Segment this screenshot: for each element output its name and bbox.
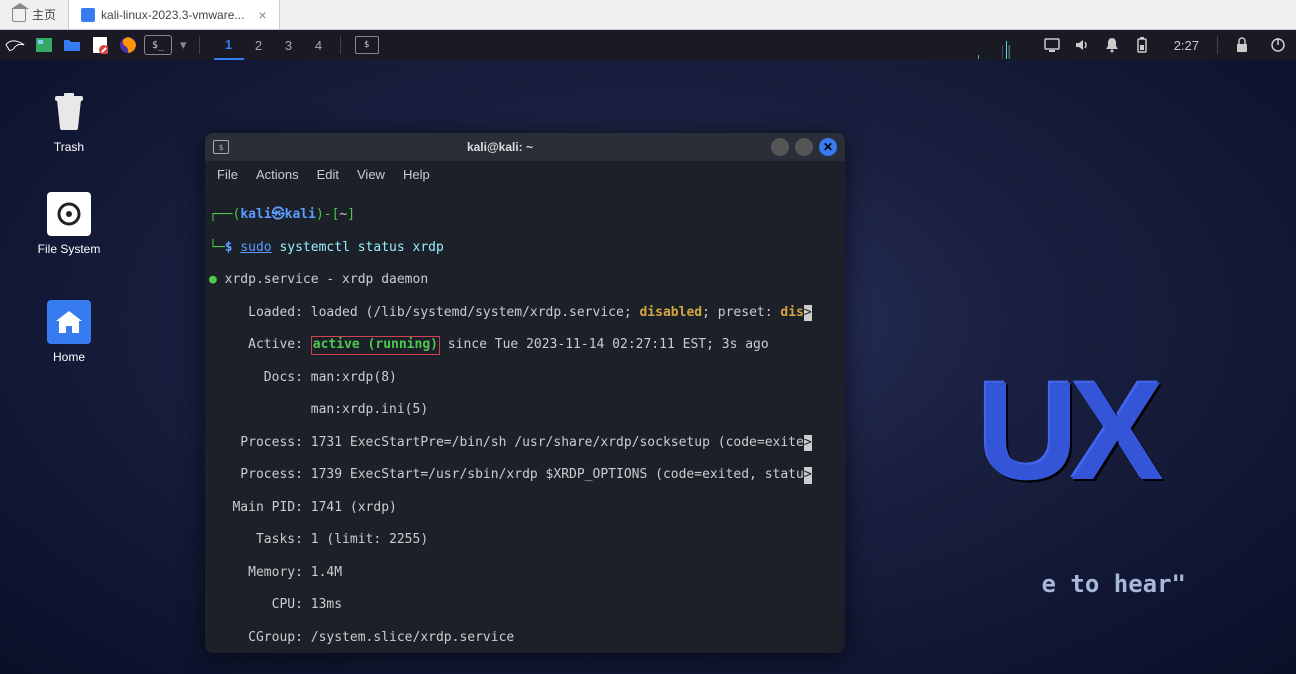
prompt-ps: $ bbox=[225, 240, 233, 255]
applications-menu[interactable] bbox=[4, 34, 26, 56]
active-since: since Tue 2023-11-14 02:27:11 EST; 3s ag… bbox=[440, 337, 769, 352]
firefox-icon[interactable] bbox=[114, 34, 142, 56]
prompt-close: )-[ bbox=[316, 207, 339, 222]
menu-actions[interactable]: Actions bbox=[256, 167, 299, 182]
cmd-sudo: sudo bbox=[240, 240, 271, 255]
notifications-icon[interactable] bbox=[1104, 37, 1120, 53]
label-cgroup: CGroup: bbox=[209, 630, 311, 645]
menu-view[interactable]: View bbox=[357, 167, 385, 182]
close-tab-icon[interactable]: × bbox=[258, 7, 266, 23]
prompt-end: ] bbox=[347, 207, 355, 222]
proc1: 1731 ExecStartPre=/bin/sh /usr/share/xrd… bbox=[311, 435, 804, 450]
window-controls: ✕ bbox=[771, 138, 837, 156]
home-icon bbox=[12, 8, 26, 22]
show-desktop-icon[interactable] bbox=[30, 34, 58, 56]
label-mem: Memory: bbox=[209, 565, 311, 580]
power-icon[interactable] bbox=[1270, 37, 1286, 53]
vm-kali-label: kali-linux-2023.3-vmware... bbox=[101, 8, 244, 22]
status-dot: ● bbox=[209, 272, 217, 287]
overflow-indicator: > bbox=[804, 305, 812, 321]
vm-tabs: 主页 kali-linux-2023.3-vmware... × bbox=[0, 0, 1296, 30]
panel-divider bbox=[340, 36, 341, 54]
menu-edit[interactable]: Edit bbox=[317, 167, 339, 182]
label-active: Active: bbox=[209, 337, 311, 352]
terminal-window[interactable]: $ kali@kali: ~ ✕ File Actions Edit View … bbox=[205, 133, 845, 653]
proc2: 1739 ExecStart=/usr/sbin/xrdp $XRDP_OPTI… bbox=[311, 467, 804, 482]
prompt-open: ┌──( bbox=[209, 207, 240, 222]
prompt-l2: └─ bbox=[209, 240, 225, 255]
launcher-dropdown[interactable]: ▾ bbox=[174, 37, 193, 53]
label-cpu: CPU: bbox=[209, 597, 311, 612]
workspace-3[interactable]: 3 bbox=[274, 30, 304, 60]
loaded-disabled: disabled bbox=[639, 305, 702, 320]
label-proc1: Process: bbox=[209, 435, 311, 450]
home-folder-icon[interactable]: Home bbox=[34, 300, 104, 364]
label-mpid: Main PID: bbox=[209, 500, 311, 515]
workspace-2[interactable]: 2 bbox=[244, 30, 274, 60]
system-tray bbox=[1044, 37, 1150, 53]
clock[interactable]: 2:27 bbox=[1174, 38, 1199, 53]
top-panel: $_ ▾ 1 2 3 4 $ bbox=[0, 30, 1296, 60]
wallpaper-logo: UX bbox=[978, 350, 1156, 512]
volume-icon[interactable] bbox=[1074, 37, 1090, 53]
terminal-title: kali@kali: ~ bbox=[229, 140, 771, 154]
workspace-4[interactable]: 4 bbox=[304, 30, 334, 60]
filesystem-glyph-icon bbox=[47, 192, 91, 236]
menu-file[interactable]: File bbox=[217, 167, 238, 182]
minimize-button[interactable] bbox=[771, 138, 789, 156]
file-manager-icon[interactable] bbox=[58, 34, 86, 56]
lock-icon[interactable] bbox=[1234, 37, 1250, 53]
filesystem-icon[interactable]: File System bbox=[34, 192, 104, 256]
terminal-titlebar[interactable]: $ kali@kali: ~ ✕ bbox=[205, 133, 845, 161]
vm-home-tab[interactable]: 主页 bbox=[0, 0, 69, 29]
vm-kali-tab[interactable]: kali-linux-2023.3-vmware... × bbox=[69, 0, 280, 29]
desktop: UX e to hear" $_ ▾ 1 2 3 4 $ bbox=[0, 30, 1296, 674]
trash-glyph-icon bbox=[47, 90, 91, 134]
kali-tab-icon bbox=[81, 8, 95, 22]
mem: 1.4M bbox=[311, 565, 342, 580]
cpu-graph[interactable] bbox=[978, 31, 1038, 59]
panel-divider bbox=[199, 36, 200, 54]
home-glyph-icon bbox=[47, 300, 91, 344]
terminal-titlebar-icon: $ bbox=[213, 140, 229, 154]
terminal-body[interactable]: ┌──(kali㉿kali)-[~] └─$ sudo systemctl st… bbox=[205, 187, 845, 653]
terminal-menubar: File Actions Edit View Help bbox=[205, 161, 845, 187]
maximize-button[interactable] bbox=[795, 138, 813, 156]
wallpaper-tagline: e to hear" bbox=[1042, 570, 1187, 598]
tasks: 1 (limit: 2255) bbox=[311, 532, 428, 547]
cmd-rest: systemctl status xrdp bbox=[272, 240, 444, 255]
workspace-1[interactable]: 1 bbox=[214, 30, 244, 60]
trash-label: Trash bbox=[54, 140, 84, 154]
filesystem-label: File System bbox=[38, 242, 101, 256]
overflow-indicator: > bbox=[804, 435, 812, 451]
label-proc2: Process: bbox=[209, 467, 311, 482]
menu-help[interactable]: Help bbox=[403, 167, 430, 182]
terminal-launcher[interactable]: $_ bbox=[144, 35, 172, 55]
label-loaded: Loaded: bbox=[209, 305, 311, 320]
workspace-switcher: 1 2 3 4 bbox=[214, 30, 334, 60]
mpid: 1741 (xrdp) bbox=[311, 500, 397, 515]
svc-line: xrdp.service - xrdp daemon bbox=[217, 272, 428, 287]
trash-icon[interactable]: Trash bbox=[34, 90, 104, 154]
active-val: active (running) bbox=[313, 337, 438, 352]
battery-icon[interactable] bbox=[1134, 37, 1150, 53]
docs1: man:xrdp(8) bbox=[311, 370, 397, 385]
text-editor-icon[interactable] bbox=[86, 34, 114, 56]
cgroup: /system.slice/xrdp.service bbox=[311, 630, 515, 645]
cpu: 13ms bbox=[311, 597, 342, 612]
display-icon[interactable] bbox=[1044, 37, 1060, 53]
home-label: Home bbox=[53, 350, 85, 364]
label-docs: Docs: bbox=[209, 370, 311, 385]
close-button[interactable]: ✕ bbox=[819, 138, 837, 156]
docs2: man:xrdp.ini(5) bbox=[209, 402, 428, 417]
prompt-userhost: kali㉿kali bbox=[240, 207, 316, 222]
label-tasks: Tasks: bbox=[209, 532, 311, 547]
taskbar-terminal[interactable]: $ bbox=[355, 36, 379, 54]
overflow-indicator: > bbox=[804, 467, 812, 483]
panel-divider bbox=[1217, 36, 1218, 54]
loaded-pre: loaded (/lib/systemd/system/xrdp.service… bbox=[311, 305, 640, 320]
loaded-mid: ; preset: bbox=[702, 305, 780, 320]
loaded-dis2: dis bbox=[780, 305, 803, 320]
vm-home-label: 主页 bbox=[32, 6, 56, 23]
